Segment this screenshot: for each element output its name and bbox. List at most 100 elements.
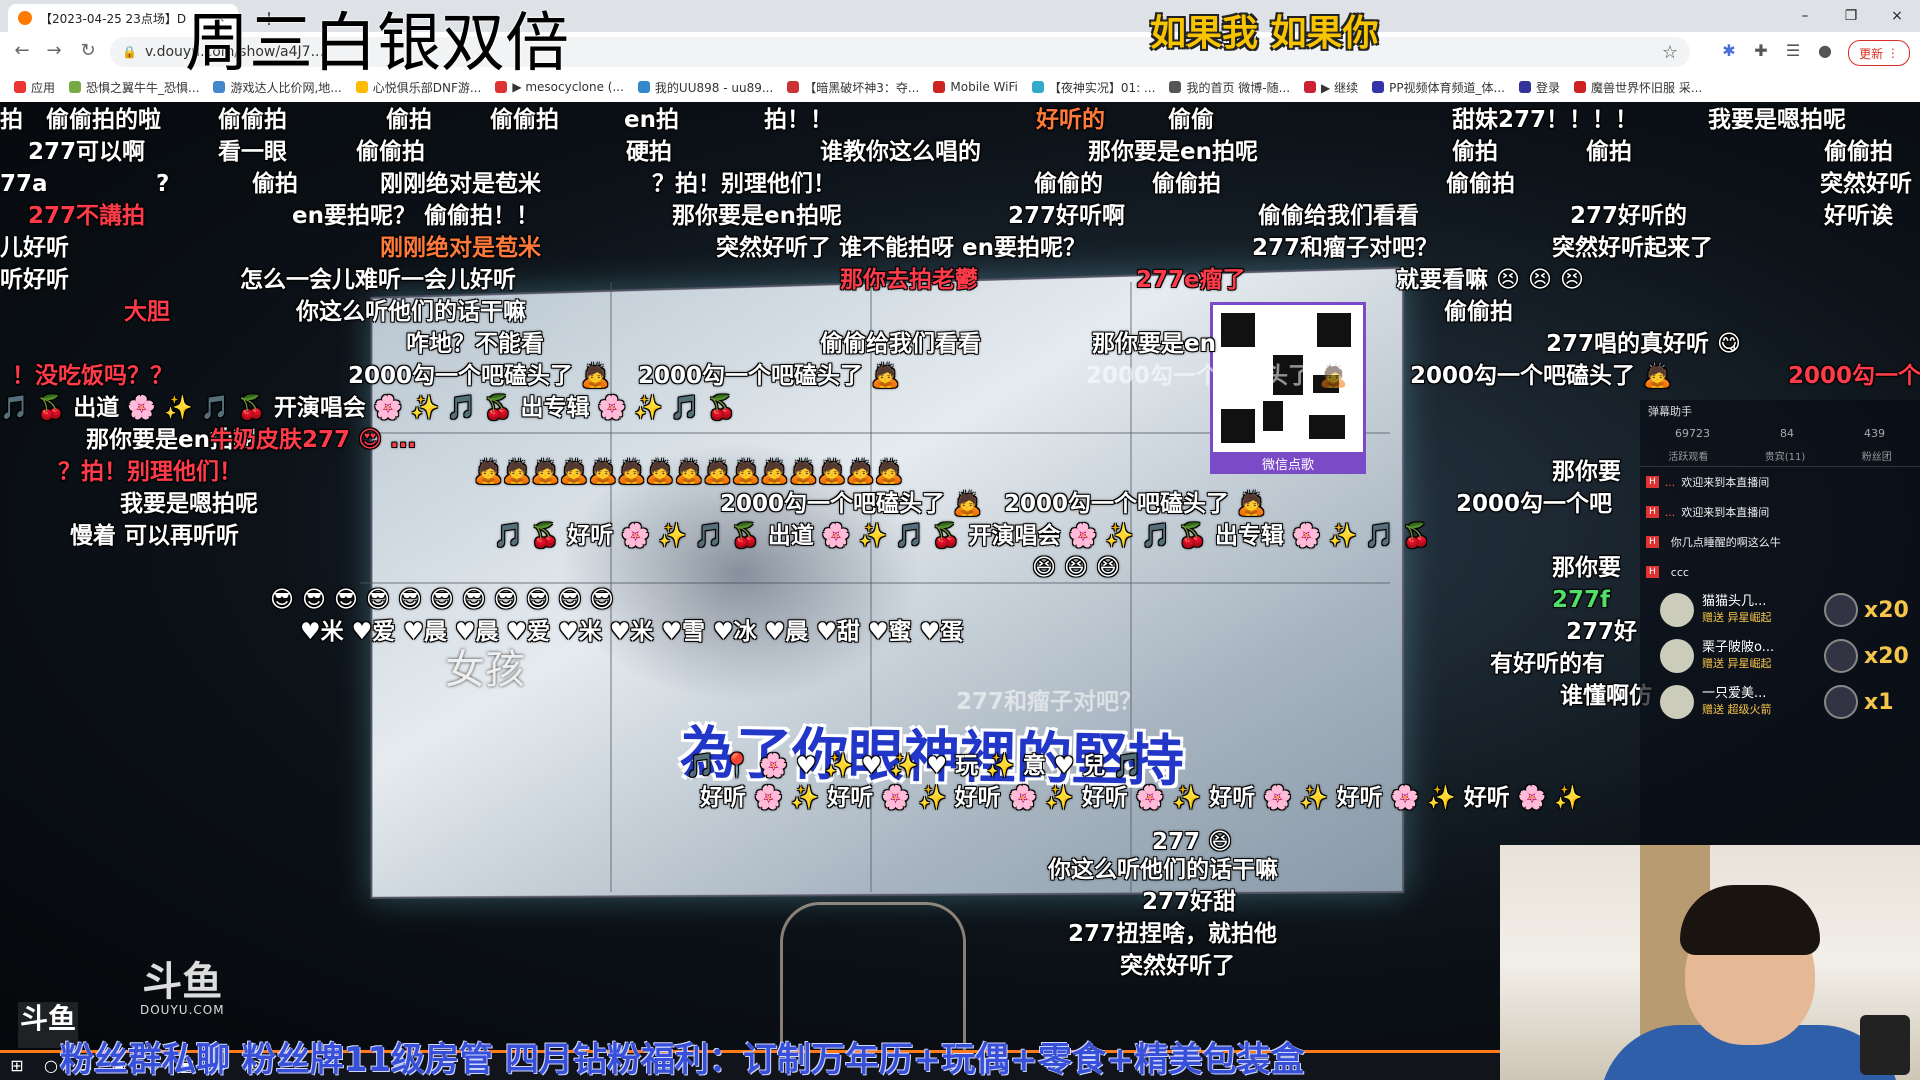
bookmark-item[interactable]: PP视频体育频道_体... <box>1372 79 1505 96</box>
taskbar-app-icon[interactable]: ⊞ <box>0 1056 34 1075</box>
danmaku-comment: 偷偷 <box>1168 107 1214 133</box>
restore-button[interactable]: ❐ <box>1828 0 1874 32</box>
gift-icon <box>1824 685 1858 719</box>
close-window-button[interactable]: × <box>1874 0 1920 32</box>
tab-active-viewers[interactable]: 活跃观看 <box>1668 448 1708 463</box>
extension-icon[interactable]: ✱ <box>1718 41 1740 60</box>
fans-count: 84 <box>1780 426 1794 440</box>
danmaku-comment: 277可以啊 <box>28 139 146 165</box>
danmaku-comment: en要拍呢？ 偷偷拍！！ <box>292 203 539 229</box>
danmaku-comment: 2000勾一个吧磕头了 🙇 <box>1410 363 1672 389</box>
tab-fan-club[interactable]: 粉丝团 <box>1862 448 1892 463</box>
bookmark-item[interactable]: 恐惧之翼牛牛_恐惧... <box>69 79 199 96</box>
gift-sender: 猫猫头几... <box>1702 594 1767 609</box>
danmaku-comment: 偷偷拍 <box>1152 171 1221 197</box>
danmaku-comment: 偷偷拍 <box>356 139 425 165</box>
wine-glass-image <box>780 902 966 1050</box>
danmaku-comment: 谁教你这么唱的 <box>820 139 981 165</box>
bookmark-favicon-icon <box>1574 81 1587 93</box>
chat-message: H... 欢迎来到本直播间 <box>1640 497 1920 527</box>
danmaku-comment: 突然好听了 谁不能拍呀 en要拍呢？ <box>716 235 1086 261</box>
danmaku-comment: 就要看嘛 😣 😣 😣 <box>1396 267 1584 293</box>
bookmark-item[interactable]: 应用 <box>14 79 55 96</box>
bookmark-label: PP视频体育频道_体... <box>1389 80 1505 95</box>
chat-nick[interactable]: ... <box>1665 506 1676 519</box>
back-icon[interactable]: ← <box>10 40 34 61</box>
bookmark-label: 应用 <box>31 80 56 95</box>
forward-icon[interactable]: → <box>42 40 66 61</box>
danmaku-comment: 那你要是en拍呢 <box>672 203 842 229</box>
danmaku-comment: 2000勾一个吧 <box>1456 491 1613 517</box>
chat-side-panel: 弹幕助手 69723 84 439 活跃观看 贵宾(11) 粉丝团 H... 欢迎… <box>1640 400 1920 845</box>
chat-text: 你几点睡醒的啊这么牛 <box>1670 536 1781 549</box>
bookmark-favicon-icon <box>933 81 946 93</box>
chat-text: 欢迎来到本直播间 <box>1681 506 1770 519</box>
danmaku-comment: 突然好听了 <box>1120 953 1235 979</box>
reload-icon[interactable]: ↻ <box>76 40 100 61</box>
danmaku-comment: 那你要是en <box>1092 331 1216 357</box>
bookmark-star-icon[interactable]: ☆ <box>1662 42 1678 63</box>
danmaku-comment: 慢着 可以再听听 <box>70 523 240 549</box>
danmaku-comment: 偷拍 <box>252 171 298 197</box>
danmaku-comment: 2000勾一个吧磕头了 🙇 <box>1086 363 1348 389</box>
bookmark-item[interactable]: ▶ mesocyclone (... <box>495 80 624 94</box>
danmaku-comment: 你这么听他们的话干嘛 <box>1048 857 1278 883</box>
reading-list-icon[interactable]: ☰ <box>1782 41 1804 60</box>
bookmark-label: 心悦俱乐部DNF游... <box>372 80 482 95</box>
streamer-webcam <box>1500 845 1920 1080</box>
danmaku-comment: 偷拍 <box>1586 139 1632 165</box>
bookmark-favicon-icon <box>213 81 226 93</box>
danmaku-comment: 2000勾一个吧磕头了 🙇 <box>720 491 982 517</box>
danmaku-comment: 那你要 <box>1552 459 1621 485</box>
gift-count: x20 <box>1864 597 1909 623</box>
chat-text: ccc <box>1670 565 1689 579</box>
danmaku-comment: 77a <box>0 171 48 197</box>
update-button[interactable]: 更新 ⋮ <box>1848 40 1910 66</box>
level-badge-icon: H <box>1646 566 1659 578</box>
danmaku-comment: ？拍！别理他们！ <box>652 171 836 197</box>
gift-notification: 一只爱美... 赠送 超级火箭 x1 <box>1640 679 1920 725</box>
bookmark-item[interactable]: 登录 <box>1519 79 1560 96</box>
bookmark-item[interactable]: 我的首页 微博-随... <box>1169 79 1290 96</box>
viewer-count: 69723 <box>1675 426 1710 440</box>
gift-notification: 猫猫头几... 赠送 异星崛起 x20 <box>1640 587 1920 633</box>
bookmark-favicon-icon <box>1169 81 1182 93</box>
bookmark-item[interactable]: 【夜神实况】01: ... <box>1031 79 1155 96</box>
danmaku-comment: 277唱的真好听 😋 <box>1546 331 1741 357</box>
danmaku-comment: 怎么一会儿难听一会儿好听 <box>240 267 516 293</box>
bookmark-item[interactable]: 游戏达人比价网,地... <box>213 79 342 96</box>
bookmark-label: 恐惧之翼牛牛_恐惧... <box>86 80 200 95</box>
danmaku-comment: 突然好听 <box>1820 171 1912 197</box>
minimize-button[interactable]: – <box>1782 0 1828 32</box>
bookmark-label: 【暗黑破坏神3：夺... <box>804 80 920 95</box>
puzzle-icon[interactable]: ✚ <box>1750 41 1772 60</box>
danmaku-comment: 牛奶皮肤277 😍 ... <box>210 427 417 453</box>
danmaku-comment: 突然好听起来了 <box>1552 235 1713 261</box>
gift-list: 猫猫头几... 赠送 异星崛起 x20 栗子陂陂o... 赠送 异星崛起 x20 一只爱美.… <box>1640 587 1920 725</box>
danmaku-comment: 277和瘤子对吧？ <box>1252 235 1439 261</box>
danmaku-comment: 那你去拍老鬱 <box>840 267 978 293</box>
danmaku-comment: 儿好听 <box>0 235 69 261</box>
danmaku-comment: 2000勾一个吧磕头了 🙇 <box>638 363 900 389</box>
danmaku-comment: 我要是嗯拍呢 <box>1708 107 1846 133</box>
chat-message: H 你几点睡醒的啊这么牛 <box>1640 527 1920 557</box>
bookmark-item[interactable]: ▶ 继续 <box>1304 79 1358 96</box>
danmaku-comment: 偷偷的 <box>1034 171 1103 197</box>
bookmark-item[interactable]: 我的UU898 - uu89... <box>637 79 773 96</box>
bookmark-item[interactable]: 魔兽世界怀旧服 采... <box>1574 79 1702 96</box>
bookmark-item[interactable]: 心悦俱乐部DNF游... <box>355 79 482 96</box>
bookmark-item[interactable]: 【暗黑破坏神3：夺... <box>787 79 919 96</box>
bookmark-item[interactable]: Mobile WiFi <box>933 80 1018 94</box>
danmaku-comment: 刚刚绝对是苞米 <box>380 235 541 261</box>
tab-vip[interactable]: 贵宾(11) <box>1765 448 1806 463</box>
danmaku-comment: 2000勾一个 <box>1788 363 1920 389</box>
danmaku-comment: 🎵 🍒 出道 🌸 ✨ 🎵 🍒 开演唱会 🌸 ✨ 🎵 🍒 出专辑 🌸 ✨ 🎵 🍒 <box>0 395 737 421</box>
danmaku-comment: 好听的 <box>1036 107 1105 133</box>
window-controls: – ❐ × <box>1782 0 1920 32</box>
gift-detail: 赠送 异星崛起 <box>1702 611 1772 624</box>
profile-avatar-icon[interactable]: ● <box>1814 41 1836 60</box>
danmaku-comment: 277好甜 <box>1142 889 1237 915</box>
gift-notification: 栗子陂陂o... 赠送 异星崛起 x20 <box>1640 633 1920 679</box>
danmaku-comment: 偷偷拍 <box>218 107 287 133</box>
chat-nick[interactable]: ... <box>1665 476 1676 489</box>
